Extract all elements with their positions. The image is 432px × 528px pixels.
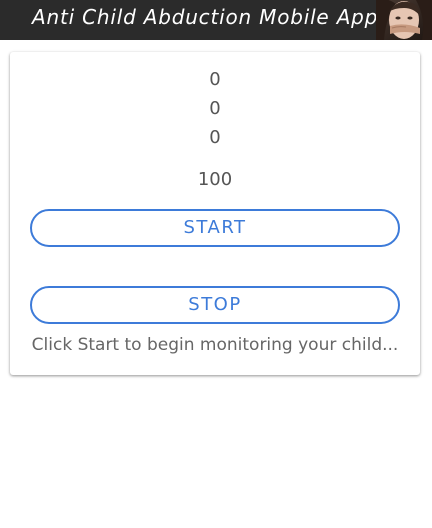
reading-z: 0 bbox=[209, 127, 221, 148]
threshold-value: 100 bbox=[197, 169, 233, 190]
stop-button[interactable]: STOP bbox=[30, 286, 400, 324]
app-title: Anti Child Abduction Mobile App bbox=[32, 5, 379, 29]
child-photo-icon bbox=[376, 0, 432, 40]
status-message: Click Start to begin monitoring your chi… bbox=[31, 335, 399, 355]
monitor-card: 0 0 0 100 START STOP Click Start to begi… bbox=[10, 52, 420, 375]
app-header: Anti Child Abduction Mobile App bbox=[0, 0, 432, 40]
start-button[interactable]: START bbox=[30, 209, 400, 247]
reading-x: 0 bbox=[209, 69, 221, 90]
reading-y: 0 bbox=[209, 98, 221, 119]
